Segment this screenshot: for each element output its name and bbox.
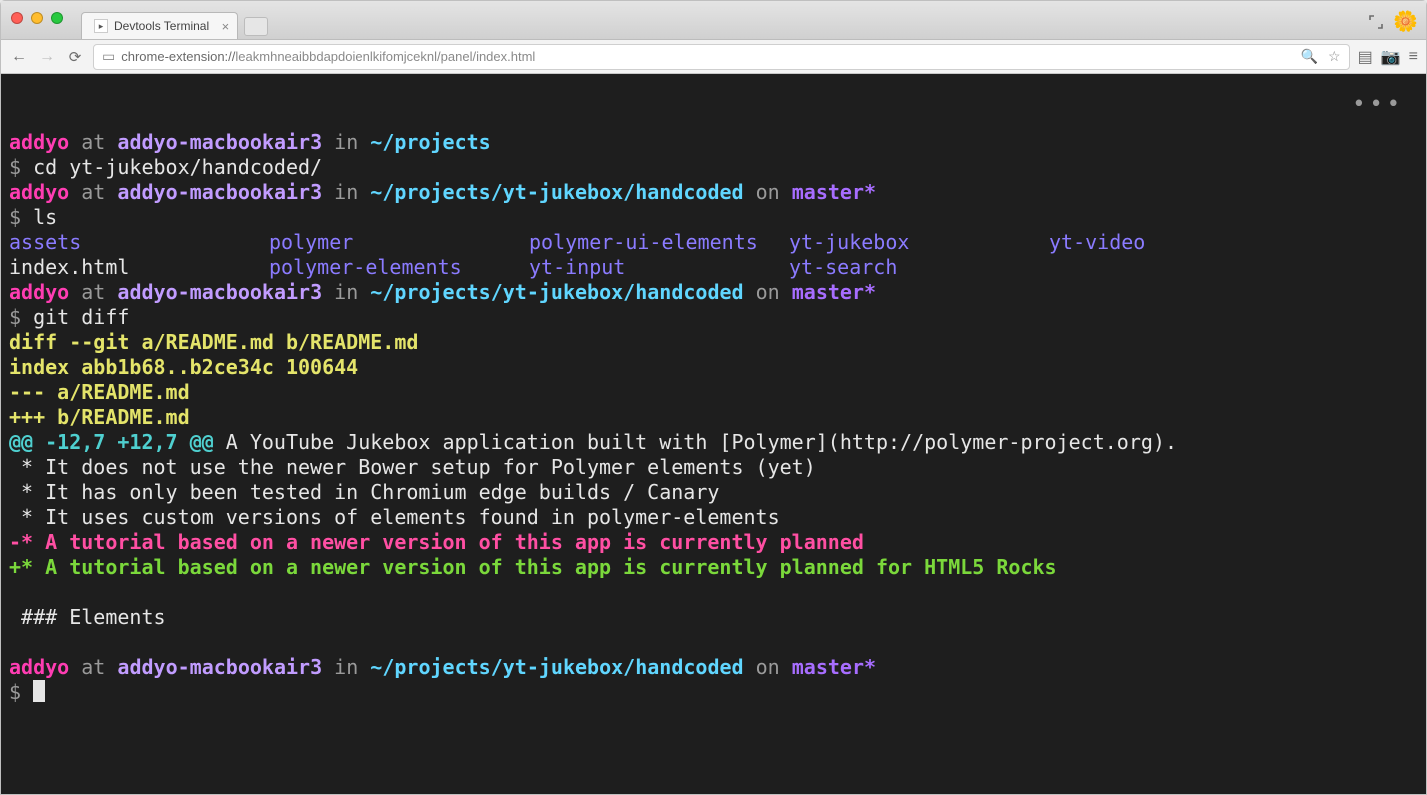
diff-context: * It does not use the newer Bower setup … (9, 455, 816, 479)
overflow-menu-icon[interactable]: ••• (1352, 92, 1404, 117)
command-line: $ cd yt-jukebox/handcoded/ (9, 155, 322, 179)
ls-entry: polymer-ui-elements (529, 230, 789, 255)
traffic-lights (11, 12, 63, 24)
close-tab-icon[interactable]: × (222, 19, 230, 34)
ls-entry: assets (9, 230, 269, 255)
menu-icon[interactable]: ≡ (1409, 48, 1418, 66)
ls-entry: yt-jukebox (789, 230, 1049, 255)
command-line-cursor[interactable]: $ (9, 680, 45, 704)
ls-entry: yt-input (529, 255, 789, 280)
ls-entry (1049, 255, 1418, 280)
diff-context: * It has only been tested in Chromium ed… (9, 480, 719, 504)
titlebar: ▸ Devtools Terminal × 🌼 (1, 1, 1426, 40)
command-line: $ ls (9, 205, 57, 229)
toolbar: ← → ⟳ ▭ chrome-extension://leakmhneaibbd… (1, 40, 1426, 74)
ls-entry: yt-search (789, 255, 1049, 280)
diff-blank (9, 580, 21, 604)
search-icon[interactable]: 🔍 (1301, 48, 1318, 65)
tab-favicon: ▸ (94, 19, 108, 33)
tab-strip: ▸ Devtools Terminal × (81, 12, 268, 39)
diff-section: ### Elements (9, 605, 166, 629)
screenshot-icon[interactable]: 📷 (1381, 47, 1401, 67)
ls-entry: yt-video (1049, 230, 1418, 255)
reload-button[interactable]: ⟳ (65, 48, 85, 66)
tab-devtools-terminal[interactable]: ▸ Devtools Terminal × (81, 12, 238, 39)
omnibox-actions: 🔍 ☆ (1301, 48, 1341, 65)
diff-plus-file: +++ b/README.md (9, 405, 190, 429)
ls-entry: polymer-elements (269, 255, 529, 280)
prompt-line: addyo at addyo-macbookair3 in ~/projects… (9, 655, 876, 679)
diff-header: diff --git a/README.md b/README.md (9, 330, 418, 354)
minimize-window-button[interactable] (31, 12, 43, 24)
diff-added: +* A tutorial based on a newer version o… (9, 555, 1057, 579)
bookmark-page-icon[interactable]: ▤ (1358, 47, 1373, 67)
diff-hunk: @@ -12,7 +12,7 @@ A YouTube Jukebox appl… (9, 430, 1177, 454)
prompt-line: addyo at addyo-macbookair3 in ~/projects (9, 130, 491, 154)
titlebar-right: 🌼 (1369, 9, 1418, 34)
diff-index: index abb1b68..b2ce34c 100644 (9, 355, 358, 379)
omnibox-url: chrome-extension://leakmhneaibbdapdoienl… (121, 49, 1294, 64)
diff-context: * It uses custom versions of elements fo… (9, 505, 780, 529)
omnibox[interactable]: ▭ chrome-extension://leakmhneaibbdapdoie… (93, 44, 1350, 70)
ls-entry: index.html (9, 255, 269, 280)
zoom-window-button[interactable] (51, 12, 63, 24)
new-tab-button[interactable] (244, 17, 268, 36)
forward-button[interactable]: → (37, 48, 57, 66)
browser-window: ▸ Devtools Terminal × 🌼 ← → ⟳ ▭ chrome-e… (0, 0, 1427, 795)
ls-output: assetspolymerpolymer-ui-elementsyt-jukeb… (9, 230, 1418, 280)
flower-icon: 🌼 (1393, 9, 1418, 34)
tab-title: Devtools Terminal (114, 19, 209, 33)
ls-entry: polymer (269, 230, 529, 255)
close-window-button[interactable] (11, 12, 23, 24)
cursor (33, 680, 45, 702)
bookmark-icon[interactable]: ☆ (1328, 48, 1341, 65)
prompt-line: addyo at addyo-macbookair3 in ~/projects… (9, 280, 876, 304)
diff-minus-file: --- a/README.md (9, 380, 190, 404)
fullscreen-icon[interactable] (1369, 15, 1383, 29)
page-icon: ▭ (102, 48, 115, 65)
prompt-line: addyo at addyo-macbookair3 in ~/projects… (9, 180, 876, 204)
command-line: $ git diff (9, 305, 129, 329)
diff-removed: -* A tutorial based on a newer version o… (9, 530, 864, 554)
back-button[interactable]: ← (9, 48, 29, 66)
terminal[interactable]: ••• addyo at addyo-macbookair3 in ~/proj… (1, 74, 1426, 794)
